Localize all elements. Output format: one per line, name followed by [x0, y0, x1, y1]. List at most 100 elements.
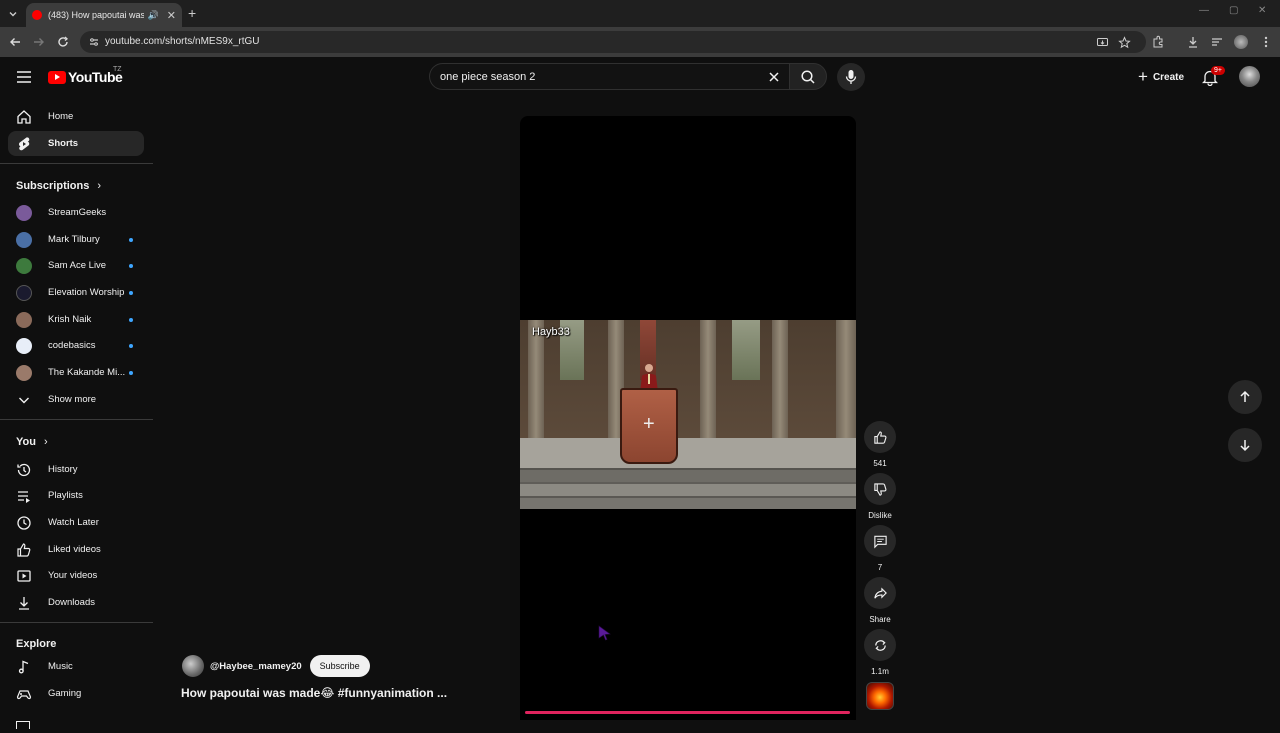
sidebar-item-history[interactable]: History [8, 457, 144, 482]
explore-heading: Explore [16, 638, 56, 650]
dislike-label: Dislike [868, 511, 892, 520]
url-bar[interactable]: youtube.com/shorts/nMES9x_rtGU [80, 31, 1146, 53]
share-button[interactable] [864, 577, 896, 609]
sidebar-item-playlists[interactable]: Playlists [8, 483, 144, 508]
show-more-button[interactable]: Show more [8, 387, 144, 412]
sidebar-item-elevation-worship[interactable]: Elevation Worship [8, 280, 144, 305]
profile-avatar[interactable] [1234, 35, 1248, 49]
site-info-icon[interactable] [88, 36, 100, 48]
extensions-icon[interactable] [1151, 35, 1165, 49]
reload-icon[interactable] [56, 35, 70, 49]
sidebar-item-streamgeeks[interactable]: StreamGeeks [8, 200, 144, 225]
like-action[interactable]: 541 [864, 421, 896, 468]
clear-search-icon[interactable] [767, 70, 781, 84]
step [520, 482, 856, 496]
maximize-icon[interactable]: ▢ [1229, 5, 1238, 16]
close-window-icon[interactable]: ✕ [1258, 5, 1266, 16]
search-button[interactable] [789, 63, 827, 90]
video-title[interactable]: How papoutai was made😂 #funnyanimation .… [181, 686, 447, 700]
sidebar-item-label: Sam Ace Live [48, 260, 107, 271]
video-frame: + Hayb33 [520, 320, 856, 509]
comments-action[interactable]: 7 [864, 525, 896, 572]
sidebar-item-watch-later[interactable]: Watch Later [8, 510, 144, 535]
like-button[interactable] [864, 421, 896, 453]
account-avatar[interactable] [1239, 66, 1260, 87]
sidebar-item-home[interactable]: Home [8, 104, 144, 129]
comments-button[interactable] [864, 525, 896, 557]
sidebar-item-label: Mark Tilbury [48, 234, 100, 245]
bookmark-star-icon[interactable] [1118, 36, 1131, 49]
sidebar-item-downloads[interactable]: Downloads [8, 590, 144, 615]
channel-avatar[interactable] [182, 655, 204, 677]
news-icon [16, 720, 30, 729]
sidebar-item-kakande[interactable]: The Kakande Mi... [8, 360, 144, 385]
download-icon[interactable] [1186, 35, 1200, 49]
install-app-icon[interactable] [1096, 36, 1109, 49]
more-menu-icon[interactable] [1259, 35, 1273, 49]
sidebar-item-liked-videos[interactable]: Liked videos [8, 537, 144, 562]
shorts-video-player[interactable]: + Hayb33 [520, 116, 856, 720]
hamburger-menu-icon[interactable] [16, 70, 32, 84]
subscriptions-title: Subscriptions [16, 180, 90, 192]
previous-short-button[interactable] [1228, 380, 1262, 414]
sidebar-item-next[interactable] [8, 708, 144, 733]
home-icon [17, 109, 31, 124]
sidebar: Home Shorts Subscriptions › StreamGeeks … [0, 97, 155, 729]
back-arrow-icon[interactable] [8, 35, 22, 49]
sidebar-item-music[interactable]: Music [8, 654, 144, 679]
sidebar-item-label: StreamGeeks [48, 207, 107, 218]
subscriptions-heading[interactable]: Subscriptions › [16, 180, 101, 192]
sidebar-item-label: The Kakande Mi... [48, 367, 126, 378]
youtube-logo[interactable]: YouTube TZ [48, 66, 123, 85]
video-progress-bar[interactable] [525, 711, 850, 714]
browser-tab[interactable]: (483) How papoutai was made 🔊 ✕ [26, 3, 182, 27]
search-input[interactable]: one piece season 2 [429, 63, 789, 90]
sound-thumbnail[interactable] [866, 682, 894, 710]
shorts-icon [19, 136, 30, 150]
sidebar-item-mark-tilbury[interactable]: Mark Tilbury [8, 227, 144, 252]
remix-action[interactable]: 1.1m [864, 629, 896, 676]
new-content-dot [129, 263, 133, 268]
thumbs-down-icon [873, 482, 886, 496]
video-icon [17, 569, 31, 582]
new-content-dot [129, 370, 133, 375]
download-icon [19, 596, 29, 610]
next-short-button[interactable] [1228, 428, 1262, 462]
clock-icon [17, 515, 31, 530]
channel-avatar [16, 231, 32, 248]
sidebar-item-label: History [48, 464, 78, 475]
sidebar-item-krish-naik[interactable]: Krish Naik [8, 307, 144, 332]
sidebar-item-sam-ace-live[interactable]: Sam Ace Live [8, 253, 144, 278]
sidebar-item-label: Downloads [48, 597, 95, 608]
tab-close-icon[interactable]: ✕ [167, 9, 176, 22]
new-tab-button[interactable]: + [188, 5, 196, 21]
tab-search-button[interactable] [4, 5, 22, 23]
sidebar-item-your-videos[interactable]: Your videos [8, 563, 144, 588]
voice-search-button[interactable] [837, 63, 865, 91]
dislike-action[interactable]: Dislike [864, 473, 896, 520]
forward-arrow-icon[interactable] [32, 35, 46, 49]
comment-icon [873, 535, 887, 548]
url-text: youtube.com/shorts/nMES9x_rtGU [105, 36, 260, 47]
subscribe-button[interactable]: Subscribe [309, 655, 370, 677]
sidebar-item-shorts[interactable]: Shorts [8, 131, 144, 156]
share-action[interactable]: Share [864, 577, 896, 624]
dislike-button[interactable] [864, 473, 896, 505]
sidebar-item-codebasics[interactable]: codebasics [8, 333, 144, 358]
comment-count: 7 [877, 563, 883, 572]
pillar [528, 320, 544, 450]
arrow-up-icon [1240, 390, 1250, 402]
sidebar-item-label: Krish Naik [48, 314, 92, 325]
sidebar-item-gaming[interactable]: Gaming [8, 681, 144, 706]
country-code: TZ [113, 66, 122, 73]
cross-icon: + [643, 413, 655, 435]
channel-handle[interactable]: @Haybee_mamey20 [210, 661, 302, 672]
remix-button[interactable] [864, 629, 896, 661]
minimize-icon[interactable]: — [1199, 5, 1209, 16]
you-heading[interactable]: You › [16, 436, 48, 448]
create-button[interactable]: + Create [1128, 65, 1194, 89]
speaker-icon[interactable]: 🔊 [148, 10, 159, 21]
reading-list-icon[interactable] [1210, 35, 1224, 49]
chevron-down-icon [9, 12, 17, 17]
sidebar-item-label: Watch Later [48, 517, 99, 528]
